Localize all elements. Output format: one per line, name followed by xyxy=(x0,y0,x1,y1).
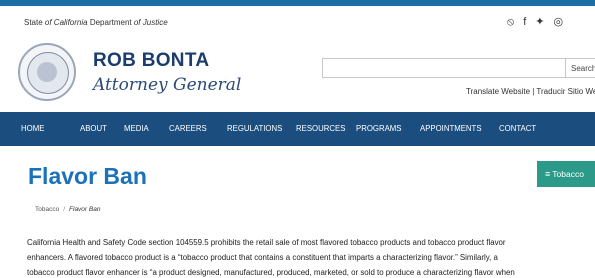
social-links: ⦸ f ✦ ◎ xyxy=(507,16,563,28)
body-paragraph: California Health and Safety Code sectio… xyxy=(27,235,590,278)
agency-of: of Justice xyxy=(133,18,168,27)
agency-name[interactable]: State of California Department of Justic… xyxy=(24,18,168,27)
nav-appointments[interactable]: APPOINTMENTS xyxy=(420,124,482,133)
nav-resources[interactable]: RESOURCES xyxy=(296,124,345,133)
agency-prefix: State xyxy=(24,18,45,27)
ag-title[interactable]: Attorney General xyxy=(93,75,241,95)
nav-regulations[interactable]: REGULATIONS xyxy=(227,124,282,133)
nav-programs[interactable]: PROGRAMS xyxy=(356,124,402,133)
main-nav: HOME ABOUT MEDIA CAREERS REGULATIONS RES… xyxy=(0,112,595,146)
facebook-icon[interactable]: f xyxy=(523,16,526,28)
hamburger-icon: ≡ xyxy=(545,169,551,179)
paragraph-line: California Health and Safety Code sectio… xyxy=(27,238,506,247)
breadcrumb-current: Flavor Ban xyxy=(69,206,101,213)
nav-media[interactable]: MEDIA xyxy=(124,124,149,133)
section-menu-button[interactable]: ≡ Tobacco xyxy=(537,161,595,187)
twitter-icon[interactable]: ✦ xyxy=(535,16,544,28)
paragraph-line: enhancers. A flavored tobacco product is… xyxy=(27,253,498,262)
agency-suffix: Department xyxy=(87,18,134,27)
section-menu-label: Tobacco xyxy=(552,169,584,179)
ag-name[interactable]: ROB BONTA xyxy=(93,50,209,72)
breadcrumb: Tobacco / Flavor Ban xyxy=(35,206,100,213)
search-input[interactable] xyxy=(322,58,566,78)
instagram-icon[interactable]: ◎ xyxy=(553,16,563,28)
doj-seal-logo[interactable] xyxy=(18,43,76,101)
site-header: State of California Department of Justic… xyxy=(0,6,595,112)
nav-contact[interactable]: CONTACT xyxy=(499,124,536,133)
search-button[interactable]: Search xyxy=(566,58,595,78)
rss-icon[interactable]: ⦸ xyxy=(507,16,514,28)
translate-link[interactable]: Translate Website | Traducir Sitio Web xyxy=(466,87,595,96)
paragraph-line: tobacco product flavor enhancer is “a pr… xyxy=(27,268,515,277)
agency-state: of California xyxy=(44,18,88,27)
page-title: Flavor Ban xyxy=(28,163,147,189)
nav-careers[interactable]: CAREERS xyxy=(169,124,207,133)
nav-home[interactable]: HOME xyxy=(21,124,44,133)
nav-about[interactable]: ABOUT xyxy=(80,124,107,133)
breadcrumb-parent[interactable]: Tobacco xyxy=(35,206,59,213)
breadcrumb-separator: / xyxy=(63,206,66,213)
